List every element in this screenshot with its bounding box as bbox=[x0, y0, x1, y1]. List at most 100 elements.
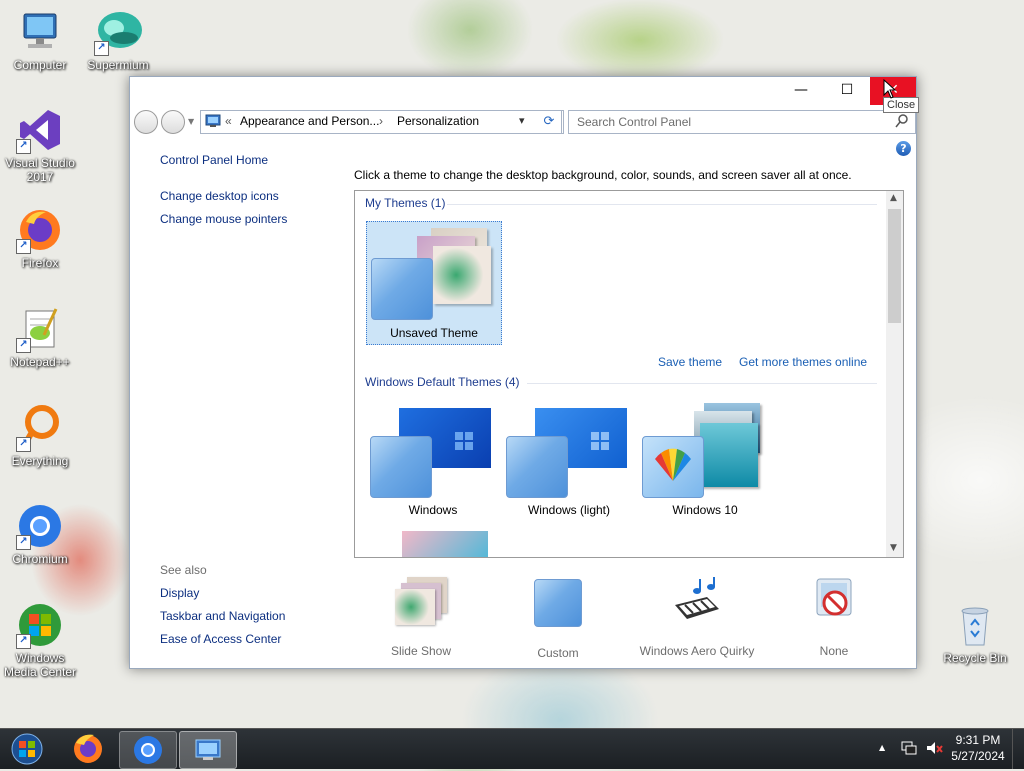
window-color-icon bbox=[534, 579, 582, 627]
theme-preview-front bbox=[700, 423, 758, 487]
window-color-icon bbox=[506, 436, 568, 498]
color-fan-icon bbox=[642, 436, 704, 498]
desktop-icon-label: Firefox bbox=[21, 256, 59, 270]
start-button[interactable] bbox=[0, 731, 56, 767]
theme-windows-light[interactable]: Windows (light) bbox=[502, 401, 636, 521]
chromium-icon bbox=[134, 736, 162, 764]
desktop-icon-label: Windows Media Center bbox=[3, 651, 77, 679]
see-also-heading: See also bbox=[160, 563, 207, 577]
minimize-button[interactable]: — bbox=[778, 77, 824, 105]
taskbar: ▲ 9:31 PM 5/27/2024 bbox=[0, 728, 1024, 769]
scrollbar-thumb[interactable] bbox=[888, 209, 901, 323]
desktop-icon-chromium[interactable]: ↗ Chromium bbox=[0, 502, 80, 566]
bottom-item-label: Slide Show bbox=[390, 644, 452, 658]
network-icon[interactable] bbox=[900, 740, 918, 759]
search-input[interactable]: Search Control Panel bbox=[577, 115, 691, 129]
taskbar-firefox[interactable] bbox=[60, 731, 116, 767]
shortcut-arrow-icon: ↗ bbox=[94, 41, 109, 56]
firefox-icon: ↗ bbox=[16, 206, 64, 254]
theme-label: Unsaved Theme bbox=[390, 326, 478, 340]
desktop-icon-notepad-plus-plus[interactable]: ↗ Notepad++ bbox=[0, 305, 80, 369]
supermium-icon: ↗ bbox=[94, 8, 142, 56]
breadcrumb-personalization[interactable]: Personalization bbox=[397, 114, 479, 128]
shortcut-arrow-icon: ↗ bbox=[16, 634, 31, 649]
window-color-setting[interactable]: Custom bbox=[498, 575, 618, 660]
refresh-icon: ⟳ bbox=[543, 114, 555, 129]
recent-pages-chevron-icon[interactable]: ▼ bbox=[188, 117, 194, 126]
breadcrumb-appearance[interactable]: Appearance and Person... bbox=[240, 114, 379, 128]
desktop-icon-computer[interactable]: Computer bbox=[0, 8, 80, 72]
visual-studio-icon: ↗ bbox=[16, 106, 64, 154]
instruction-text: Click a theme to change the desktop back… bbox=[354, 168, 852, 182]
theme-label: Windows 10 bbox=[672, 503, 738, 517]
volume-muted-icon[interactable] bbox=[925, 740, 943, 759]
desktop-icon-label: Visual Studio 2017 bbox=[5, 156, 75, 184]
vertical-scrollbar[interactable]: ▲ ▼ bbox=[886, 191, 903, 557]
shortcut-arrow-icon: ↗ bbox=[16, 437, 31, 452]
personalization-window: — ☐ ✕ ▼ « Appearance and Person... › Per… bbox=[129, 76, 917, 669]
scroll-down-icon[interactable]: ▼ bbox=[890, 543, 897, 553]
windows-media-center-icon: ↗ bbox=[16, 601, 64, 649]
ease-of-access-link[interactable]: Ease of Access Center bbox=[160, 632, 281, 646]
default-themes-heading[interactable]: Windows Default Themes (4) bbox=[365, 375, 520, 389]
theme-preview-front bbox=[433, 246, 491, 304]
address-bar[interactable]: « Appearance and Person... › Personaliza… bbox=[200, 110, 564, 134]
desktop-icon-everything[interactable]: ↗ Everything bbox=[0, 404, 80, 468]
sound-piano-icon bbox=[667, 575, 727, 625]
change-mouse-pointers-link[interactable]: Change mouse pointers bbox=[160, 212, 287, 226]
get-more-themes-link[interactable]: Get more themes online bbox=[739, 355, 867, 369]
desktop-background-slideshow[interactable]: Slide Show bbox=[361, 575, 481, 658]
maximize-button[interactable]: ☐ bbox=[824, 77, 870, 105]
theme-list-panel: My Themes (1) Unsaved Theme Save theme G… bbox=[354, 190, 904, 558]
everything-search-icon: ↗ bbox=[16, 404, 64, 452]
desktop-icon-label: Supermium bbox=[87, 58, 149, 72]
forward-button[interactable] bbox=[161, 110, 185, 134]
bottom-item-label: None bbox=[819, 644, 849, 658]
computer-icon bbox=[16, 8, 64, 56]
window-color-icon bbox=[371, 258, 433, 320]
chromium-icon: ↗ bbox=[16, 502, 64, 550]
taskbar-control-panel[interactable] bbox=[179, 731, 237, 769]
clock[interactable]: 9:31 PM 5/27/2024 bbox=[950, 732, 1006, 764]
address-dropdown-icon[interactable]: ▾ bbox=[519, 114, 525, 127]
shortcut-arrow-icon: ↗ bbox=[16, 338, 31, 353]
display-link[interactable]: Display bbox=[160, 586, 199, 600]
screen-saver-setting[interactable]: None bbox=[774, 575, 894, 658]
change-desktop-icons-link[interactable]: Change desktop icons bbox=[160, 189, 279, 203]
refresh-button[interactable]: ⟳ bbox=[537, 110, 562, 134]
desktop-icon-recycle-bin[interactable]: Recycle Bin bbox=[935, 601, 1015, 665]
theme-label: Windows (light) bbox=[527, 503, 611, 517]
search-box[interactable]: Search Control Panel bbox=[568, 110, 916, 134]
clock-date: 5/27/2024 bbox=[951, 749, 1005, 763]
taskbar-chromium[interactable] bbox=[119, 731, 177, 769]
sounds-setting[interactable]: Windows Aero Quirky bbox=[637, 575, 757, 658]
show-desktop-button[interactable] bbox=[1012, 729, 1024, 769]
group-divider bbox=[447, 204, 877, 205]
desktop-icon-label: Recycle Bin bbox=[943, 651, 1007, 665]
address-overflow-chevron[interactable]: « bbox=[225, 114, 232, 128]
my-themes-heading[interactable]: My Themes (1) bbox=[365, 196, 445, 210]
control-panel-home-link[interactable]: Control Panel Home bbox=[160, 153, 268, 167]
desktop-icon-firefox[interactable]: ↗ Firefox bbox=[0, 206, 80, 270]
tray-overflow-button[interactable]: ▲ bbox=[879, 743, 885, 752]
desktop-icon-windows-media-center[interactable]: ↗ Windows Media Center bbox=[0, 601, 80, 679]
theme-windows-10[interactable]: Windows 10 bbox=[638, 401, 772, 521]
no-screensaver-icon bbox=[809, 575, 859, 625]
search-icon[interactable] bbox=[895, 113, 909, 132]
save-theme-link[interactable]: Save theme bbox=[658, 355, 722, 369]
breadcrumb-separator-icon[interactable]: › bbox=[379, 114, 383, 128]
back-button[interactable] bbox=[134, 110, 158, 134]
desktop-icon-label: Chromium bbox=[12, 552, 68, 566]
desktop-icon-supermium[interactable]: ↗ Supermium bbox=[78, 8, 158, 72]
group-divider bbox=[527, 383, 877, 384]
scroll-up-icon[interactable]: ▲ bbox=[890, 193, 897, 203]
bottom-item-label: Windows Aero Quirky bbox=[639, 644, 755, 658]
theme-windows[interactable]: Windows bbox=[366, 401, 500, 521]
control-panel-icon bbox=[205, 114, 221, 131]
taskbar-navigation-link[interactable]: Taskbar and Navigation bbox=[160, 609, 285, 623]
desktop-icon-visual-studio[interactable]: ↗ Visual Studio 2017 bbox=[0, 106, 80, 184]
theme-unsaved[interactable]: Unsaved Theme bbox=[366, 221, 502, 345]
help-icon[interactable]: ? bbox=[896, 141, 911, 156]
theme-preview-partial[interactable] bbox=[402, 531, 488, 557]
shortcut-arrow-icon: ↗ bbox=[16, 139, 31, 154]
